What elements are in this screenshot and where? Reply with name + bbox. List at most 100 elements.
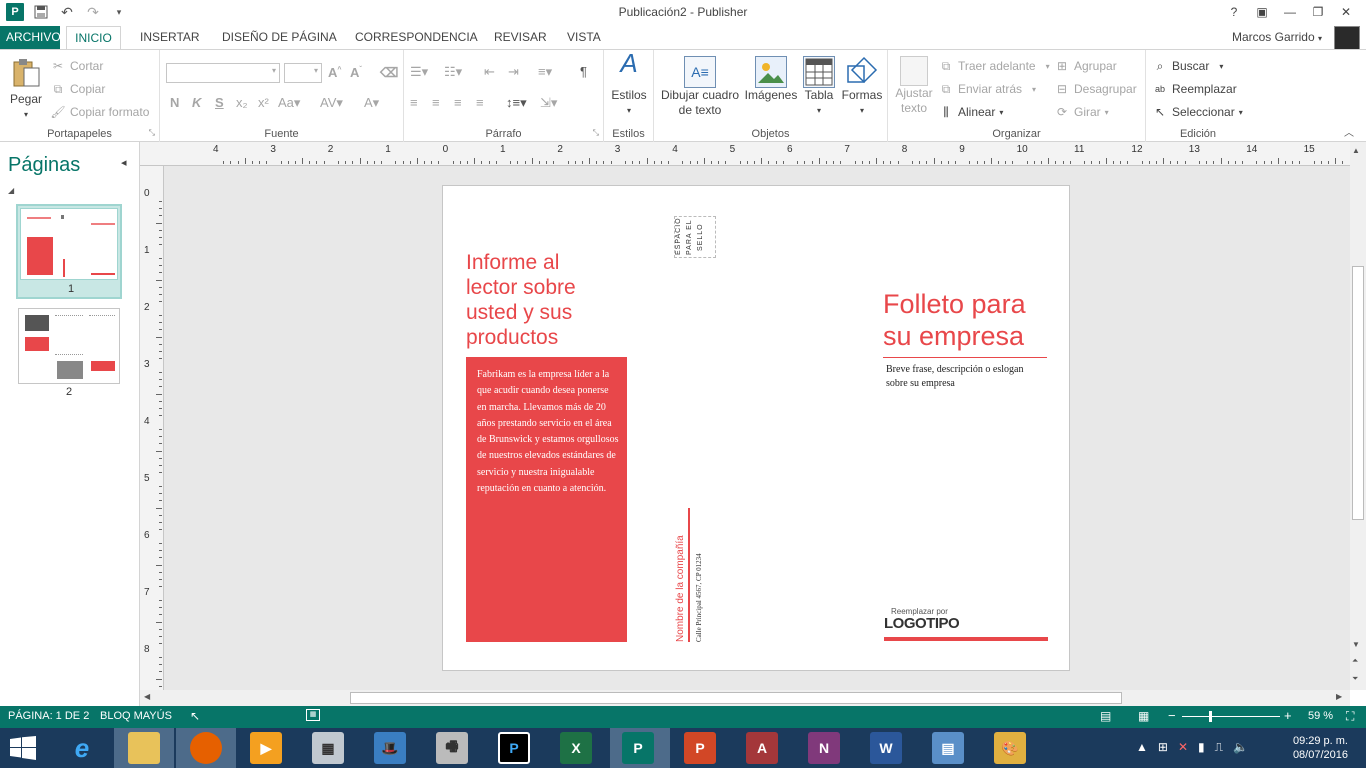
font-color-icon[interactable]: A▾: [364, 95, 379, 111]
format-painter-button[interactable]: 🖌 Copiar formato: [50, 104, 149, 120]
italic-icon[interactable]: K: [192, 95, 201, 110]
fit-page-icon[interactable]: ⛶: [1346, 709, 1354, 724]
redo-icon[interactable]: ↷: [84, 3, 102, 21]
customize-qat-icon[interactable]: ▾: [110, 3, 128, 21]
grow-font-icon[interactable]: A^: [328, 65, 341, 80]
tab-diseno-pagina[interactable]: DISEÑO DE PÁGINA: [216, 26, 343, 50]
dialog-launcher-icon[interactable]: ⤡: [593, 128, 599, 138]
company-name[interactable]: Nombre de la compañía: [675, 526, 686, 642]
horizontal-scrollbar[interactable]: ◀ ▶: [140, 690, 1350, 706]
word-icon[interactable]: W: [870, 732, 902, 764]
shrink-font-icon[interactable]: Aˇ: [350, 65, 362, 80]
collapse-ribbon-icon[interactable]: ︿: [1344, 124, 1354, 139]
scroll-down-icon[interactable]: ▼: [1352, 640, 1360, 649]
clear-format-icon[interactable]: ⌫: [380, 65, 398, 81]
magic-hat-icon[interactable]: 🎩: [374, 732, 406, 764]
zoom-in-icon[interactable]: +: [1284, 708, 1292, 723]
styles-button[interactable]: A Estilos ▾: [608, 50, 650, 118]
firefox-icon[interactable]: [190, 732, 222, 764]
increase-indent-icon[interactable]: ⇥: [508, 64, 519, 80]
paint-icon[interactable]: 🎨: [994, 732, 1026, 764]
scroll-left-icon[interactable]: ◀: [144, 692, 150, 701]
tab-insertar[interactable]: INSERTAR: [134, 26, 206, 50]
stamp-box[interactable]: ESPACIO PARA EL SELLO: [674, 216, 716, 258]
horizontal-ruler[interactable]: 4 3 2 1 0 1 2 3 4 5 6 7 8 9 10 11 12 13 14 15: [140, 142, 1358, 166]
access-icon[interactable]: A: [746, 732, 778, 764]
logo-placeholder[interactable]: Reemplazar por LOGOTIPO: [884, 605, 1048, 643]
company-address[interactable]: Calle Principal 4567, CP 01234: [695, 546, 703, 642]
onenote-icon[interactable]: N: [808, 732, 840, 764]
avatar[interactable]: [1334, 26, 1360, 50]
tagline[interactable]: Breve frase, descripción o eslogan sobre…: [886, 363, 1046, 391]
calculator-icon[interactable]: ▦: [312, 732, 344, 764]
zoom-slider-thumb[interactable]: [1208, 711, 1212, 722]
save-icon[interactable]: [32, 3, 50, 21]
tab-correspondencia[interactable]: CORRESPONDENCIA: [349, 26, 484, 50]
minimize-icon[interactable]: —: [1276, 2, 1304, 22]
superscript-icon[interactable]: x²: [258, 95, 269, 110]
left-body-box[interactable]: Fabrikam es la empresa líder a la que ac…: [466, 357, 627, 642]
undo-icon[interactable]: ↶: [58, 3, 76, 21]
font-size-field[interactable]: ▾: [284, 63, 322, 83]
scroll-right-icon[interactable]: ▶: [1336, 692, 1342, 701]
page-status[interactable]: PÁGINA: 1 DE 2: [8, 710, 89, 722]
fax-icon[interactable]: 🖷: [436, 732, 468, 764]
close-icon[interactable]: ✕: [1332, 2, 1360, 22]
single-page-view-icon[interactable]: ▤: [1100, 709, 1111, 723]
images-button[interactable]: Imágenes: [742, 56, 800, 103]
zoom-level[interactable]: 59 %: [1308, 710, 1333, 722]
shapes-button[interactable]: Formas ▾: [840, 56, 884, 118]
scroll-up-icon[interactable]: ▲: [1352, 146, 1360, 155]
media-player-icon[interactable]: ▶: [250, 732, 282, 764]
align-center-icon[interactable]: ≡: [432, 95, 440, 110]
change-case-icon[interactable]: Aa▾: [278, 95, 300, 111]
character-spacing-icon[interactable]: AV▾: [320, 95, 343, 111]
tab-archivo[interactable]: ARCHIVO: [0, 26, 61, 50]
page-thumbnail-2[interactable]: [18, 308, 120, 384]
help-icon[interactable]: ?: [1220, 2, 1248, 22]
expand-icon[interactable]: ◢: [8, 186, 14, 195]
user-name[interactable]: Marcos Garrido ▾: [1232, 30, 1322, 44]
find-button[interactable]: ⌕ Buscar ▾: [1152, 58, 1224, 74]
show-hidden-icons-icon[interactable]: ▲: [1136, 740, 1148, 755]
tab-inicio[interactable]: INICIO: [66, 26, 121, 50]
left-heading[interactable]: Informe al lector sobre usted y sus prod…: [466, 250, 616, 350]
brochure-title[interactable]: Folleto para su empresa: [883, 288, 1053, 352]
publisher-app-icon[interactable]: P: [6, 3, 24, 21]
numbering-icon[interactable]: ☷▾: [444, 64, 462, 80]
page-thumbnail-1[interactable]: 1: [16, 204, 122, 299]
horizontal-scroll-thumb[interactable]: [350, 692, 1122, 704]
collapse-pane-icon[interactable]: ◂: [121, 156, 127, 169]
draw-textbox-button[interactable]: A≡ Dibujar cuadro de texto: [658, 56, 742, 118]
ungroup-button[interactable]: ⊟ Desagrupar: [1054, 81, 1137, 97]
ribbon-display-icon[interactable]: ▣: [1248, 2, 1276, 22]
align-left-icon[interactable]: ≡: [410, 95, 418, 110]
file-explorer-icon[interactable]: [128, 732, 160, 764]
decrease-indent-icon[interactable]: ⇤: [484, 64, 495, 80]
control-panel-icon[interactable]: ▤: [932, 732, 964, 764]
internet-explorer-icon[interactable]: e: [66, 732, 98, 764]
vertical-scroll-thumb[interactable]: [1352, 266, 1364, 520]
zoom-slider[interactable]: [1182, 716, 1280, 717]
tab-revisar[interactable]: REVISAR: [488, 26, 553, 50]
vertical-ruler[interactable]: 0 1 2 3 4 5 6 7 8: [140, 166, 164, 701]
bold-icon[interactable]: N: [170, 95, 179, 110]
vertical-scrollbar[interactable]: ▲ ▼ ⏶ ⏷: [1350, 142, 1366, 690]
volume-icon[interactable]: 🔈: [1233, 740, 1248, 755]
shading-icon[interactable]: ⇲▾: [540, 95, 557, 111]
group-button[interactable]: ⊞ Agrupar: [1054, 58, 1117, 74]
workspace[interactable]: Informe al lector sobre usted y sus prod…: [164, 166, 1350, 690]
send-backward-button[interactable]: ⧉ Enviar atrás ▾: [938, 81, 1036, 97]
font-name-field[interactable]: ▾: [166, 63, 280, 83]
two-page-view-icon[interactable]: ▦: [1138, 709, 1149, 723]
bring-forward-button[interactable]: ⧉ Traer adelante ▾: [938, 58, 1050, 74]
previous-page-icon[interactable]: ⏶: [1352, 656, 1358, 666]
photoshop-elements-icon[interactable]: P: [498, 732, 530, 764]
start-button[interactable]: [10, 736, 36, 763]
restore-icon[interactable]: ❐: [1304, 2, 1332, 22]
excel-icon[interactable]: X: [560, 732, 592, 764]
publisher-icon[interactable]: P: [622, 732, 654, 764]
wrap-text-button[interactable]: Ajustar texto: [892, 56, 936, 116]
table-button[interactable]: Tabla ▾: [800, 56, 838, 118]
battery-icon[interactable]: ▮: [1198, 740, 1205, 755]
